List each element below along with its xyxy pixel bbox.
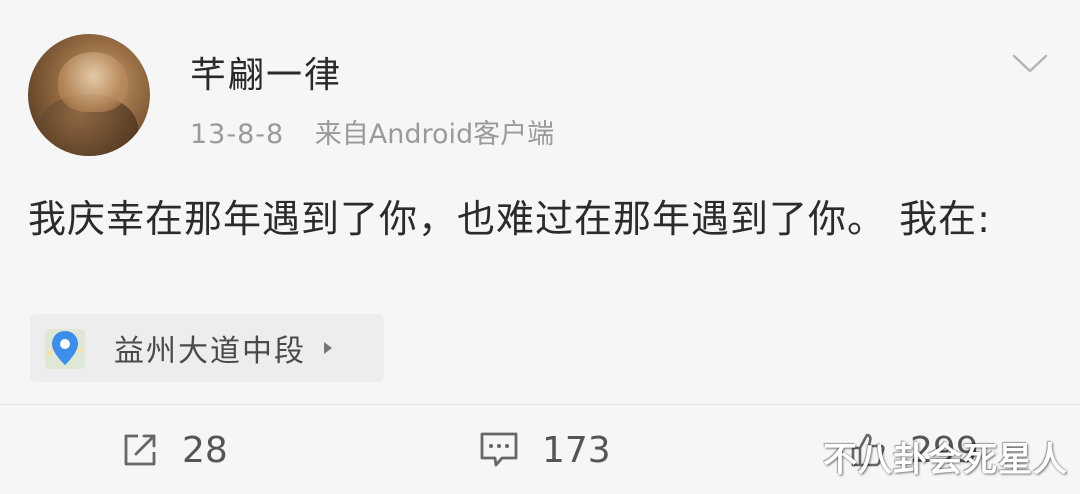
divider [0,404,1080,405]
comment-button[interactable]: 173 [478,420,611,480]
watermark: 不八卦会死星人 [823,440,1068,480]
comment-icon [480,432,518,467]
post-source: 来自Android客户端 [314,119,555,150]
username[interactable]: 芊翩一律 [190,46,342,98]
avatar-image-highlight [58,52,128,112]
post-content: 我庆幸在那年遇到了你，也难过在那年遇到了你。 我在: [28,197,991,241]
chevron-down-icon[interactable] [1010,52,1050,76]
location-name: 益州大道中段 [114,334,306,369]
comment-count: 173 [542,429,611,471]
repost-count: 28 [182,429,228,471]
location-tag[interactable]: 益州大道中段 [30,314,384,382]
avatar[interactable] [28,34,150,156]
caret-right-icon [324,342,332,354]
repost-button[interactable]: 28 [120,420,228,480]
location-pin-icon [30,314,100,382]
repost-icon [124,434,156,466]
post-meta: 13-8-8 来自Android客户端 [190,112,554,151]
weibo-post-card: 芊翩一律 13-8-8 来自Android客户端 我庆幸在那年遇到了你，也难过在… [0,0,1080,494]
post-date: 13-8-8 [190,119,285,150]
